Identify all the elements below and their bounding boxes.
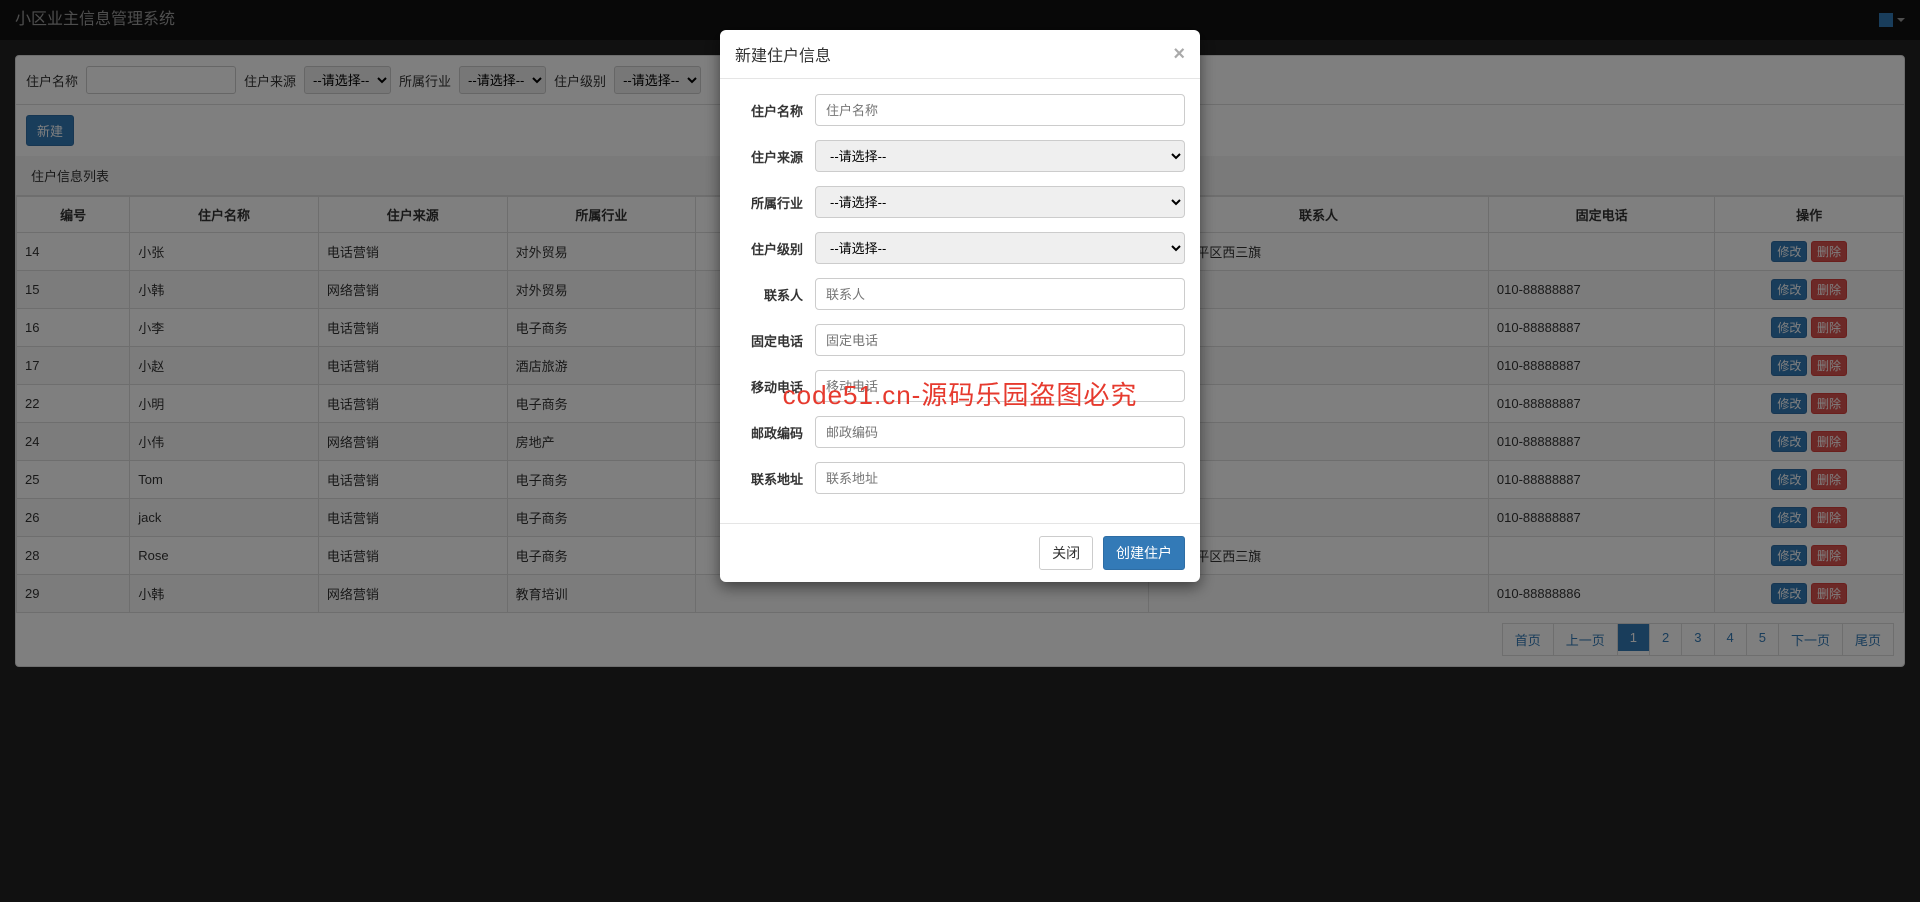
- field-addr-label: 联系地址: [735, 469, 815, 488]
- modal-footer: 关闭 创建住户: [720, 523, 1200, 582]
- field-mobile-label: 移动电话: [735, 377, 815, 396]
- modal-header: 新建住户信息 ×: [720, 30, 1200, 79]
- field-mobile-input[interactable]: [815, 370, 1185, 402]
- modal-title: 新建住户信息: [735, 42, 831, 66]
- field-level-label: 住户级别: [735, 239, 815, 258]
- cancel-button[interactable]: 关闭: [1039, 536, 1093, 570]
- field-phone-input[interactable]: [815, 324, 1185, 356]
- submit-button[interactable]: 创建住户: [1103, 536, 1185, 570]
- field-phone-label: 固定电话: [735, 331, 815, 350]
- field-contact-label: 联系人: [735, 285, 815, 304]
- field-source-label: 住户来源: [735, 147, 815, 166]
- field-industry-label: 所属行业: [735, 193, 815, 212]
- field-contact-input[interactable]: [815, 278, 1185, 310]
- modal-body: 住户名称 住户来源--请选择-- 所属行业--请选择-- 住户级别--请选择--…: [720, 79, 1200, 523]
- field-source-select[interactable]: --请选择--: [815, 140, 1185, 172]
- close-icon[interactable]: ×: [1173, 43, 1185, 66]
- field-zip-input[interactable]: [815, 416, 1185, 448]
- field-zip-label: 邮政编码: [735, 423, 815, 442]
- field-addr-input[interactable]: [815, 462, 1185, 494]
- field-name-input[interactable]: [815, 94, 1185, 126]
- field-name-label: 住户名称: [735, 101, 815, 120]
- field-industry-select[interactable]: --请选择--: [815, 186, 1185, 218]
- create-modal: 新建住户信息 × 住户名称 住户来源--请选择-- 所属行业--请选择-- 住户…: [720, 30, 1200, 582]
- field-level-select[interactable]: --请选择--: [815, 232, 1185, 264]
